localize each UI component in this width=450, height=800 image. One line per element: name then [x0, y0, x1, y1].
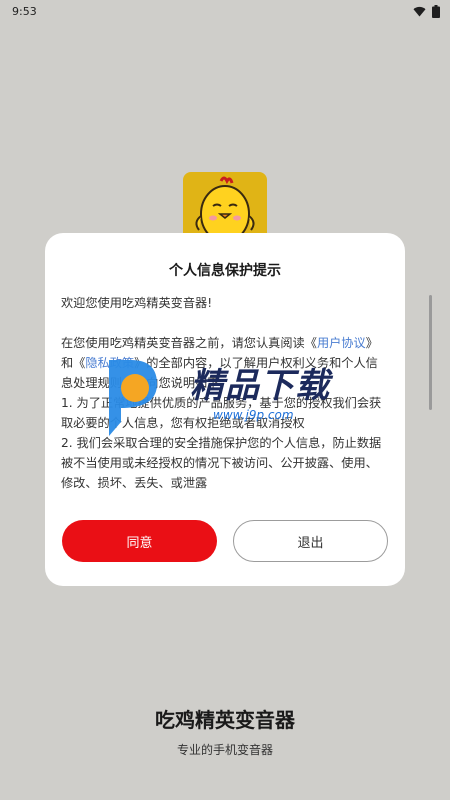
status-icons [413, 4, 440, 18]
intro-paragraph: 在您使用吃鸡精英变音器之前，请您认真阅读《用户协议》和《隐私政策》的全部内容，以… [61, 333, 383, 393]
wifi-icon [413, 6, 426, 17]
dialog-body[interactable]: 欢迎您使用吃鸡精英变音器! 在您使用吃鸡精英变音器之前，请您认真阅读《用户协议》… [61, 293, 383, 495]
terms-item-2: 2. 我们会采取合理的安全措施保护您的个人信息，防止数据被不当使用或未经授权的情… [61, 436, 382, 490]
exit-button[interactable]: 退出 [233, 520, 388, 562]
battery-icon [432, 4, 440, 18]
status-bar: 9:53 [0, 0, 450, 22]
intro-text-1: 在您使用吃鸡精英变音器之前，请您认真阅读《 [61, 336, 317, 350]
terms-item-1: 1. 为了正常地提供优质的产品服务，基于您的授权我们会获取必要的个人信息，您有权… [61, 396, 382, 430]
user-agreement-link[interactable]: 用户协议 [317, 336, 366, 350]
welcome-text: 欢迎您使用吃鸡精英变音器! [61, 296, 213, 310]
dialog-scrollbar[interactable] [429, 295, 432, 410]
agree-button[interactable]: 同意 [62, 520, 217, 562]
app-slogan: 专业的手机变音器 [176, 743, 273, 757]
privacy-policy-link[interactable]: 隐私政策 [85, 356, 134, 370]
privacy-dialog: 个人信息保护提示 欢迎您使用吃鸡精英变音器! 在您使用吃鸡精英变音器之前，请您认… [45, 233, 432, 586]
app-name: 吃鸡精英变音器 [155, 708, 295, 732]
dialog-title: 个人信息保护提示 [169, 263, 281, 279]
status-time: 9:53 [12, 4, 37, 18]
